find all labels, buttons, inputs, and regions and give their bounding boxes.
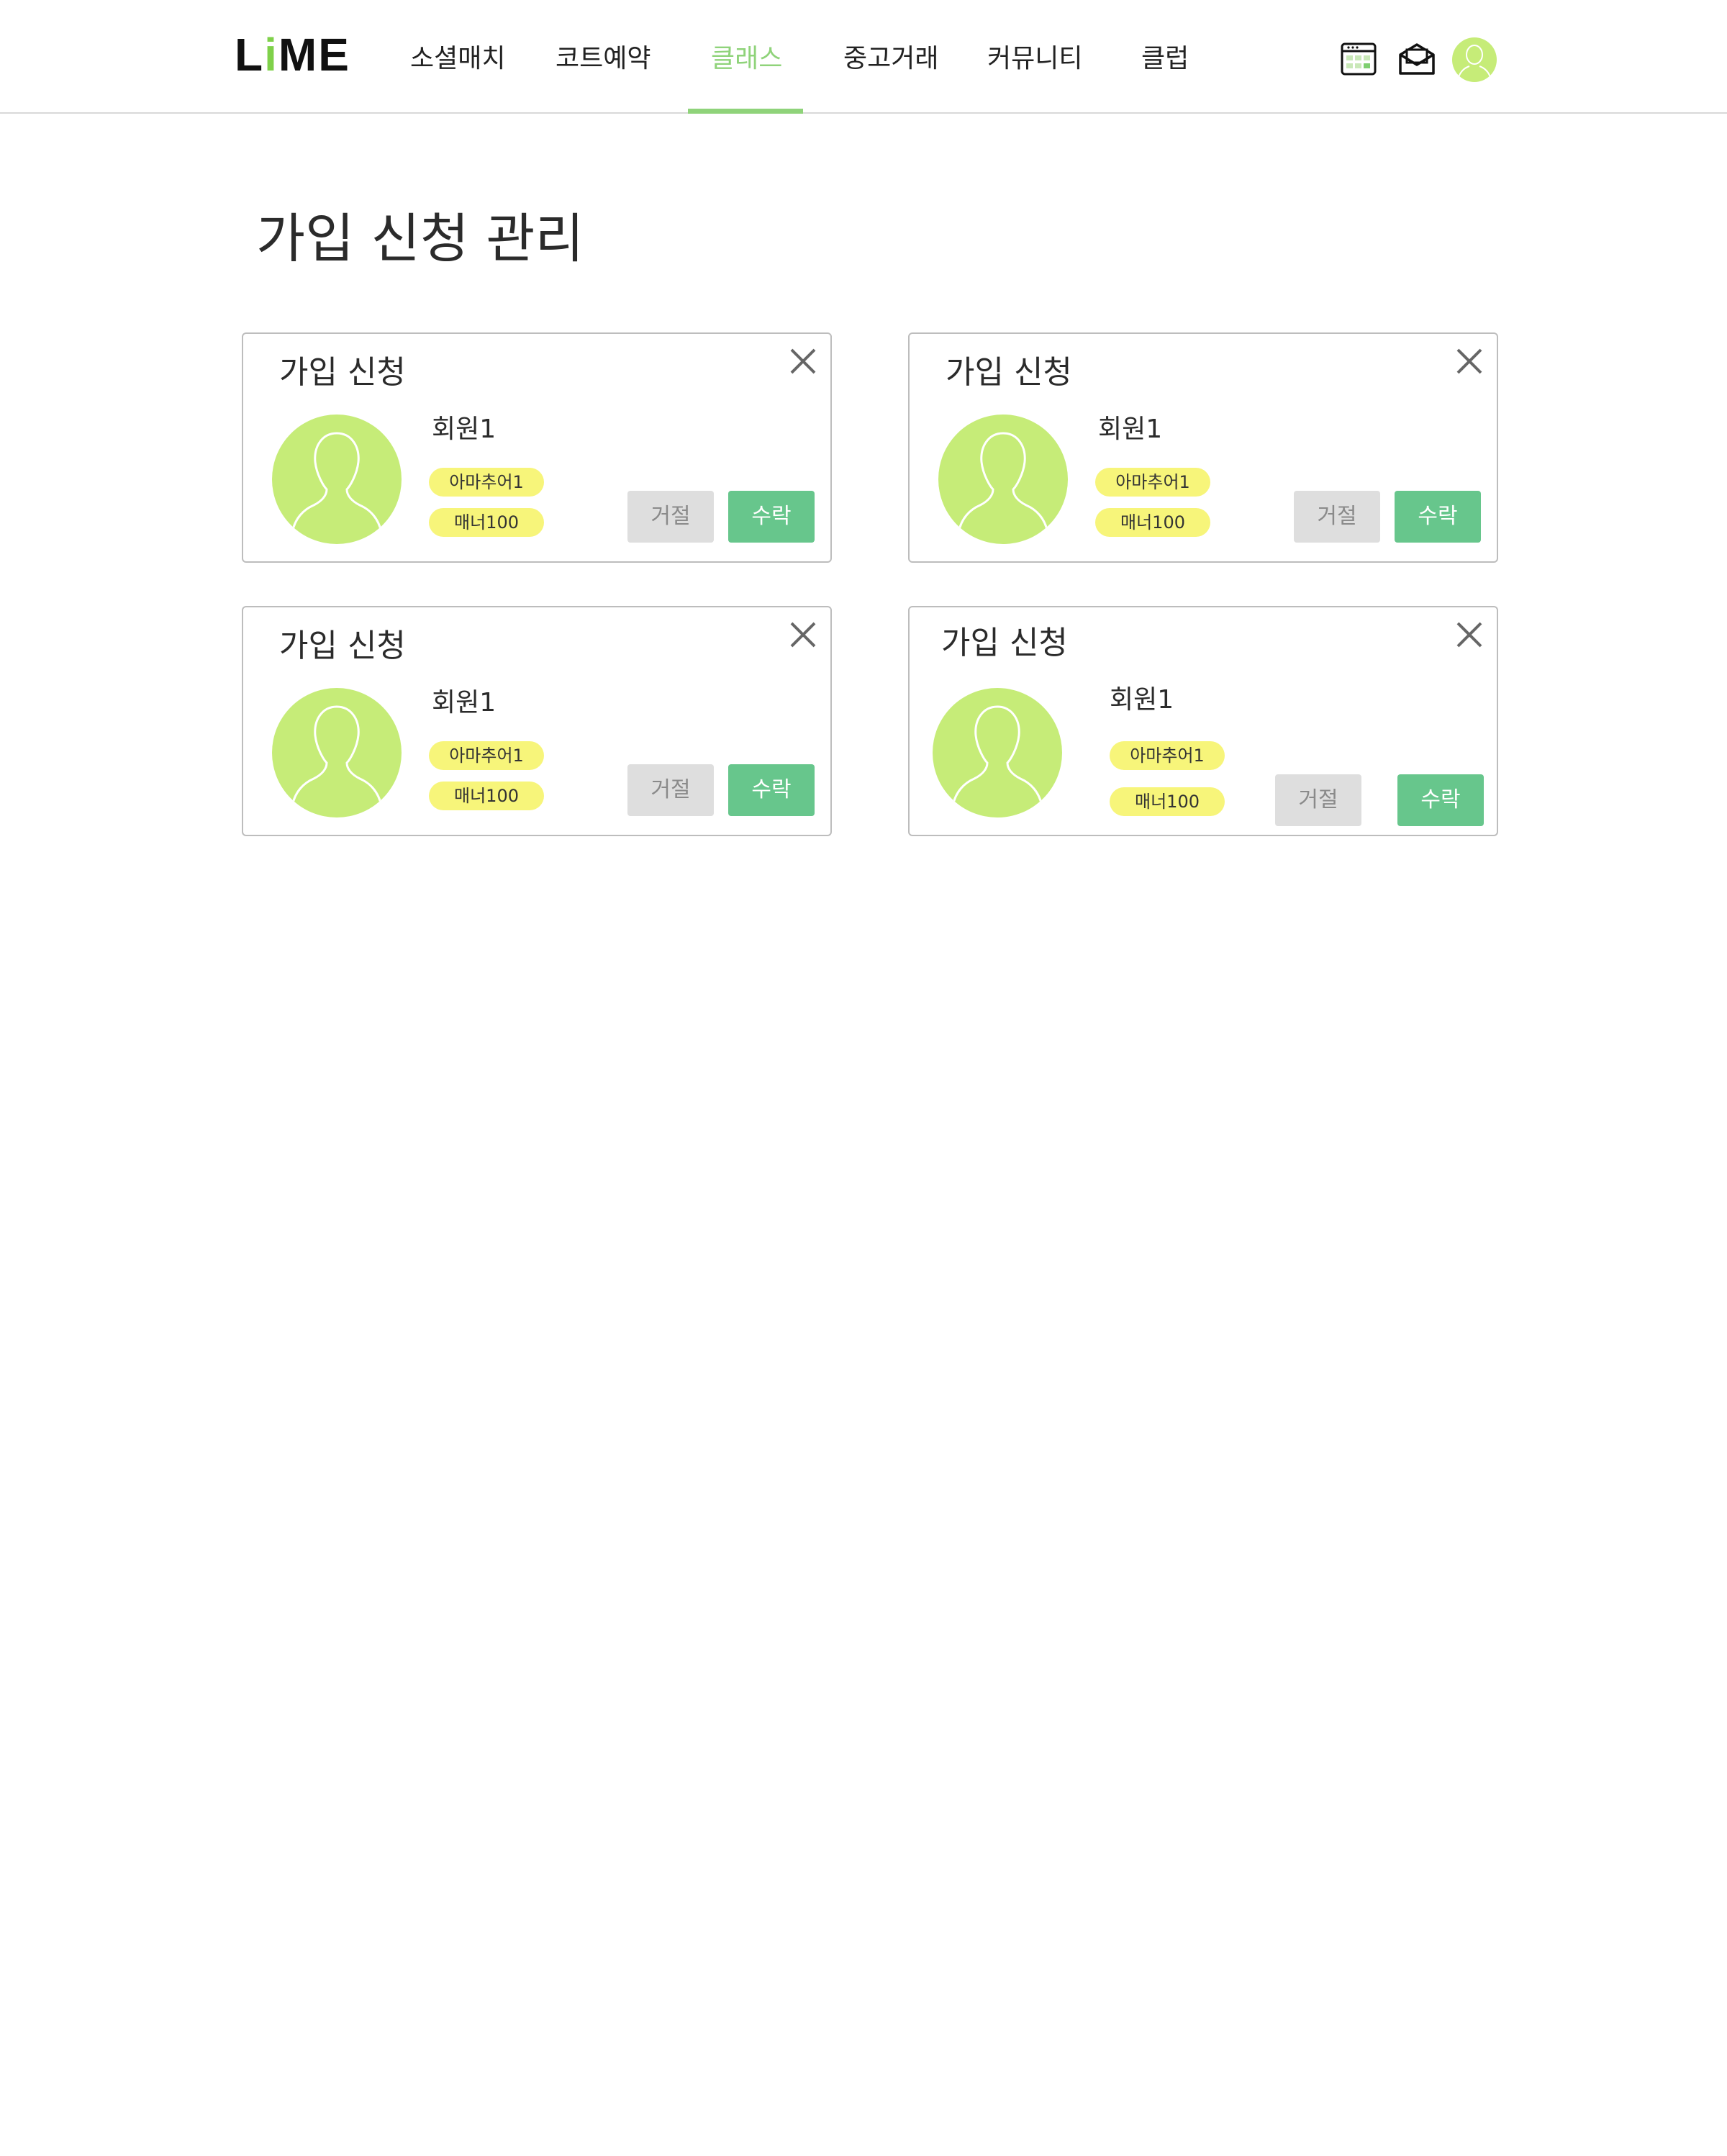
user-silhouette-icon bbox=[291, 432, 383, 533]
member-name: 회원1 bbox=[432, 688, 497, 717]
logo-text-i: i bbox=[264, 29, 278, 81]
accept-button[interactable]: 수락 bbox=[1395, 491, 1481, 543]
join-request-card: 가입 신청 회원1 아마추어1 매너100 거절 수락 bbox=[242, 606, 832, 836]
profile-avatar[interactable] bbox=[1452, 37, 1497, 82]
accept-button[interactable]: 수락 bbox=[728, 491, 815, 543]
mail-icon[interactable] bbox=[1397, 40, 1436, 78]
manner-badge: 매너100 bbox=[429, 508, 544, 537]
top-navbar: LiME 소셜매치 코트예약 클래스 중고거래 커뮤니티 클럽 bbox=[0, 0, 1727, 114]
reject-button[interactable]: 거절 bbox=[627, 764, 714, 816]
member-name: 회원1 bbox=[1098, 415, 1163, 444]
manner-badge: 매너100 bbox=[429, 782, 544, 810]
member-name: 회원1 bbox=[1110, 685, 1174, 715]
card-title: 가입 신청 bbox=[946, 354, 1072, 391]
close-icon[interactable] bbox=[786, 344, 820, 379]
join-request-card: 가입 신청 회원1 아마추어1 매너100 거절 수락 bbox=[908, 332, 1498, 563]
member-avatar bbox=[272, 415, 402, 544]
close-icon[interactable] bbox=[1452, 617, 1487, 652]
calendar-icon[interactable] bbox=[1340, 40, 1377, 78]
nav-used-trade[interactable]: 중고거래 bbox=[843, 37, 938, 81]
member-avatar bbox=[938, 415, 1068, 544]
close-icon[interactable] bbox=[1452, 344, 1487, 379]
nav-active-indicator bbox=[688, 109, 803, 114]
card-title: 가입 신청 bbox=[279, 354, 406, 391]
manner-badge: 매너100 bbox=[1095, 508, 1210, 537]
user-silhouette-icon bbox=[957, 432, 1049, 533]
accept-button[interactable]: 수락 bbox=[1397, 774, 1484, 826]
member-name: 회원1 bbox=[432, 415, 497, 444]
logo-text-me: ME bbox=[278, 29, 350, 81]
level-badge: 아마추어1 bbox=[1095, 468, 1210, 497]
level-badge: 아마추어1 bbox=[429, 468, 544, 497]
nav-social-match[interactable]: 소셜매치 bbox=[410, 37, 505, 81]
user-silhouette-icon bbox=[1457, 45, 1492, 80]
member-avatar bbox=[272, 688, 402, 817]
nav-court-reservation[interactable]: 코트예약 bbox=[556, 37, 651, 81]
level-badge: 아마추어1 bbox=[1110, 741, 1225, 770]
join-request-card: 가입 신청 회원1 아마추어1 매너100 거절 수락 bbox=[242, 332, 832, 563]
lime-logo[interactable]: LiME bbox=[235, 26, 350, 83]
card-title: 가입 신청 bbox=[279, 628, 406, 664]
nav-club[interactable]: 클럽 bbox=[1141, 37, 1189, 81]
logo-text-l: L bbox=[235, 29, 265, 81]
reject-button[interactable]: 거절 bbox=[627, 491, 714, 543]
reject-button[interactable]: 거절 bbox=[1275, 774, 1361, 826]
level-badge: 아마추어1 bbox=[429, 741, 544, 770]
reject-button[interactable]: 거절 bbox=[1294, 491, 1380, 543]
close-icon[interactable] bbox=[786, 617, 820, 652]
member-avatar bbox=[933, 688, 1062, 817]
page-title: 가입 신청 관리 bbox=[256, 208, 584, 270]
nav-class[interactable]: 클래스 bbox=[711, 37, 782, 81]
manner-badge: 매너100 bbox=[1110, 787, 1225, 816]
accept-button[interactable]: 수락 bbox=[728, 764, 815, 816]
join-request-card: 가입 신청 회원1 아마추어1 매너100 거절 수락 bbox=[908, 606, 1498, 836]
nav-community[interactable]: 커뮤니티 bbox=[987, 37, 1082, 81]
user-silhouette-icon bbox=[291, 705, 383, 807]
card-title: 가입 신청 bbox=[941, 625, 1068, 661]
user-silhouette-icon bbox=[951, 705, 1043, 807]
